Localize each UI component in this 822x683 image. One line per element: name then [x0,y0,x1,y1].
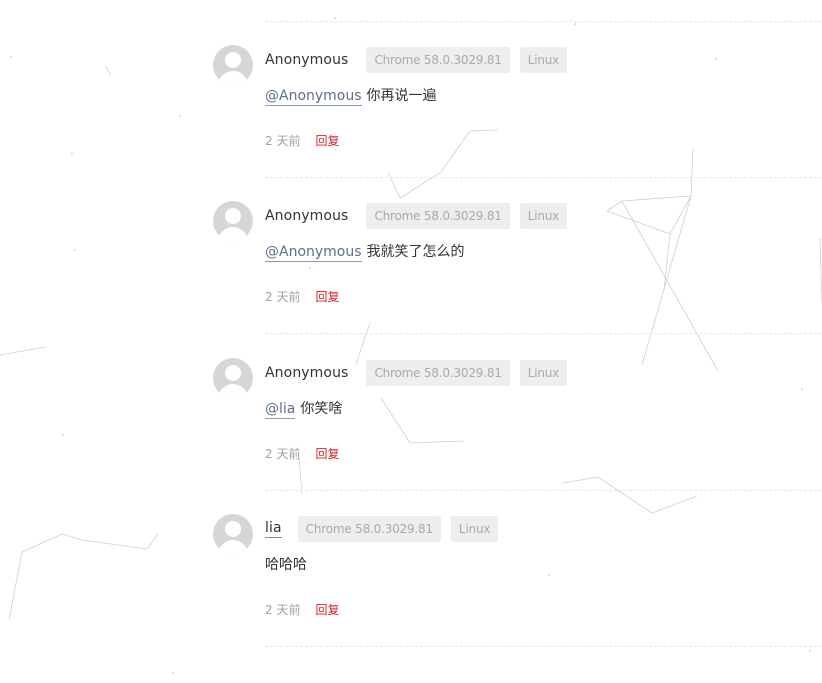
browser-badge: Chrome 58.0.3029.81 [366,203,510,229]
avatar [213,201,253,241]
comment-content: @lia 你笑啥 [265,398,343,419]
comment-list-page: Anonymous Chrome 58.0.3029.81 Linux @Ano… [0,0,822,683]
comment-divider [265,646,822,647]
mention-link[interactable]: @Anonymous [265,88,362,106]
comment-meta: Anonymous Chrome 58.0.3029.81 Linux [265,360,577,386]
os-badge: Linux [450,516,499,542]
mention-link[interactable]: @lia [265,401,296,419]
comment-content: 哈哈哈 [265,554,307,574]
comment-text: 你再说一遍 [366,88,437,104]
comment-meta: lia Chrome 58.0.3029.81 Linux [265,516,508,542]
avatar [213,514,253,554]
reply-button[interactable]: 回复 [315,288,339,305]
browser-badge: Chrome 58.0.3029.81 [366,360,510,386]
comment-content: @Anonymous 你再说一遍 [265,85,437,106]
os-badge: Linux [519,47,568,73]
comment-author: Anonymous [265,52,349,68]
comment-item: Anonymous Chrome 58.0.3029.81 Linux @lia… [213,358,813,478]
comment-item: lia Chrome 58.0.3029.81 Linux 哈哈哈 2 天前 回… [213,514,813,634]
comment-text: 你笑啥 [300,401,343,417]
comment-divider [265,333,822,334]
comment-time: 2 天前 [265,447,301,461]
avatar [213,45,253,85]
comment-item: Anonymous Chrome 58.0.3029.81 Linux @Ano… [213,201,813,321]
comment-text: 哈哈哈 [265,557,307,573]
reply-button[interactable]: 回复 [315,445,339,462]
comment-divider [265,490,822,491]
comment-time: 2 天前 [265,134,301,148]
comment-author: Anonymous [265,208,349,224]
os-badge: Linux [519,360,568,386]
reply-button[interactable]: 回复 [315,601,339,618]
comment-actions: 2 天前 回复 [265,601,339,618]
comment-actions: 2 天前 回复 [265,288,339,305]
mention-link[interactable]: @Anonymous [265,244,362,262]
avatar [213,358,253,398]
comment-text: 我就笑了怎么的 [366,244,465,260]
browser-badge: Chrome 58.0.3029.81 [366,47,510,73]
comment-content: @Anonymous 我就笑了怎么的 [265,241,465,262]
comment-divider [265,177,822,178]
comment-meta: Anonymous Chrome 58.0.3029.81 Linux [265,47,577,73]
comment-item: Anonymous Chrome 58.0.3029.81 Linux @Ano… [213,45,813,165]
comment-time: 2 天前 [265,603,301,617]
comment-author-link[interactable]: lia [265,520,282,538]
comment-actions: 2 天前 回复 [265,132,339,149]
os-badge: Linux [519,203,568,229]
reply-button[interactable]: 回复 [315,132,339,149]
comment-divider [265,21,822,22]
comment-author: Anonymous [265,365,349,381]
browser-badge: Chrome 58.0.3029.81 [297,516,441,542]
comment-actions: 2 天前 回复 [265,445,339,462]
comment-time: 2 天前 [265,290,301,304]
comment-meta: Anonymous Chrome 58.0.3029.81 Linux [265,203,577,229]
